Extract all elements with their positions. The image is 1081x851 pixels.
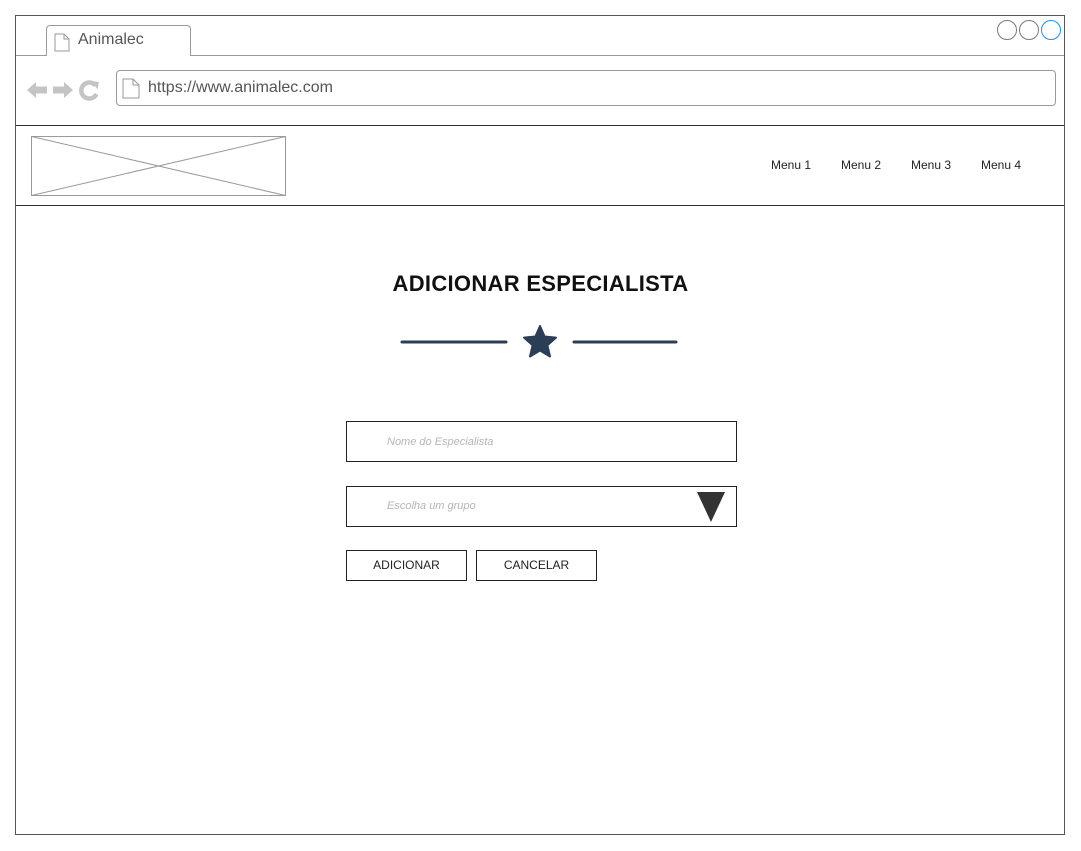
specialist-name-field[interactable] xyxy=(346,421,737,462)
divider xyxy=(16,205,1064,206)
menu-item-4[interactable]: Menu 4 xyxy=(981,158,1051,172)
back-arrow-icon[interactable] xyxy=(26,80,48,105)
page-title: ADICIONAR ESPECIALISTA xyxy=(392,271,689,296)
tab-title: Animalec xyxy=(78,31,144,48)
specialist-name-input[interactable] xyxy=(387,422,687,461)
group-select-placeholder: Escolha um grupo xyxy=(387,500,476,512)
dropdown-arrow-icon[interactable] xyxy=(696,491,726,528)
cancel-button[interactable]: CANCELAR xyxy=(476,550,597,581)
menu-item-3[interactable]: Menu 3 xyxy=(911,158,981,172)
close-button[interactable] xyxy=(1041,20,1061,40)
add-button[interactable]: ADICIONAR xyxy=(346,550,467,581)
address-bar[interactable]: https://www.animalec.com xyxy=(116,70,1056,106)
menu-item-2[interactable]: Menu 2 xyxy=(841,158,911,172)
forward-arrow-icon[interactable] xyxy=(52,80,74,105)
navigation-controls xyxy=(26,79,100,106)
main-menu: Menu 1 Menu 2 Menu 3 Menu 4 xyxy=(771,158,1051,172)
maximize-button[interactable] xyxy=(1019,20,1039,40)
url-text: https://www.animalec.com xyxy=(148,79,333,96)
menu-item-1[interactable]: Menu 1 xyxy=(771,158,841,172)
page-icon xyxy=(122,78,140,104)
browser-window: Animalec https://www.animalec.com Menu 1… xyxy=(15,15,1065,835)
page-icon xyxy=(54,33,70,57)
window-controls xyxy=(997,20,1061,40)
divider xyxy=(16,125,1064,126)
browser-tab[interactable]: Animalec xyxy=(46,25,191,56)
group-select[interactable]: Escolha um grupo xyxy=(346,486,737,527)
minimize-button[interactable] xyxy=(997,20,1017,40)
reload-icon[interactable] xyxy=(78,79,100,106)
logo-placeholder xyxy=(31,136,286,196)
star-icon xyxy=(523,325,557,358)
title-ornament xyxy=(400,323,680,368)
